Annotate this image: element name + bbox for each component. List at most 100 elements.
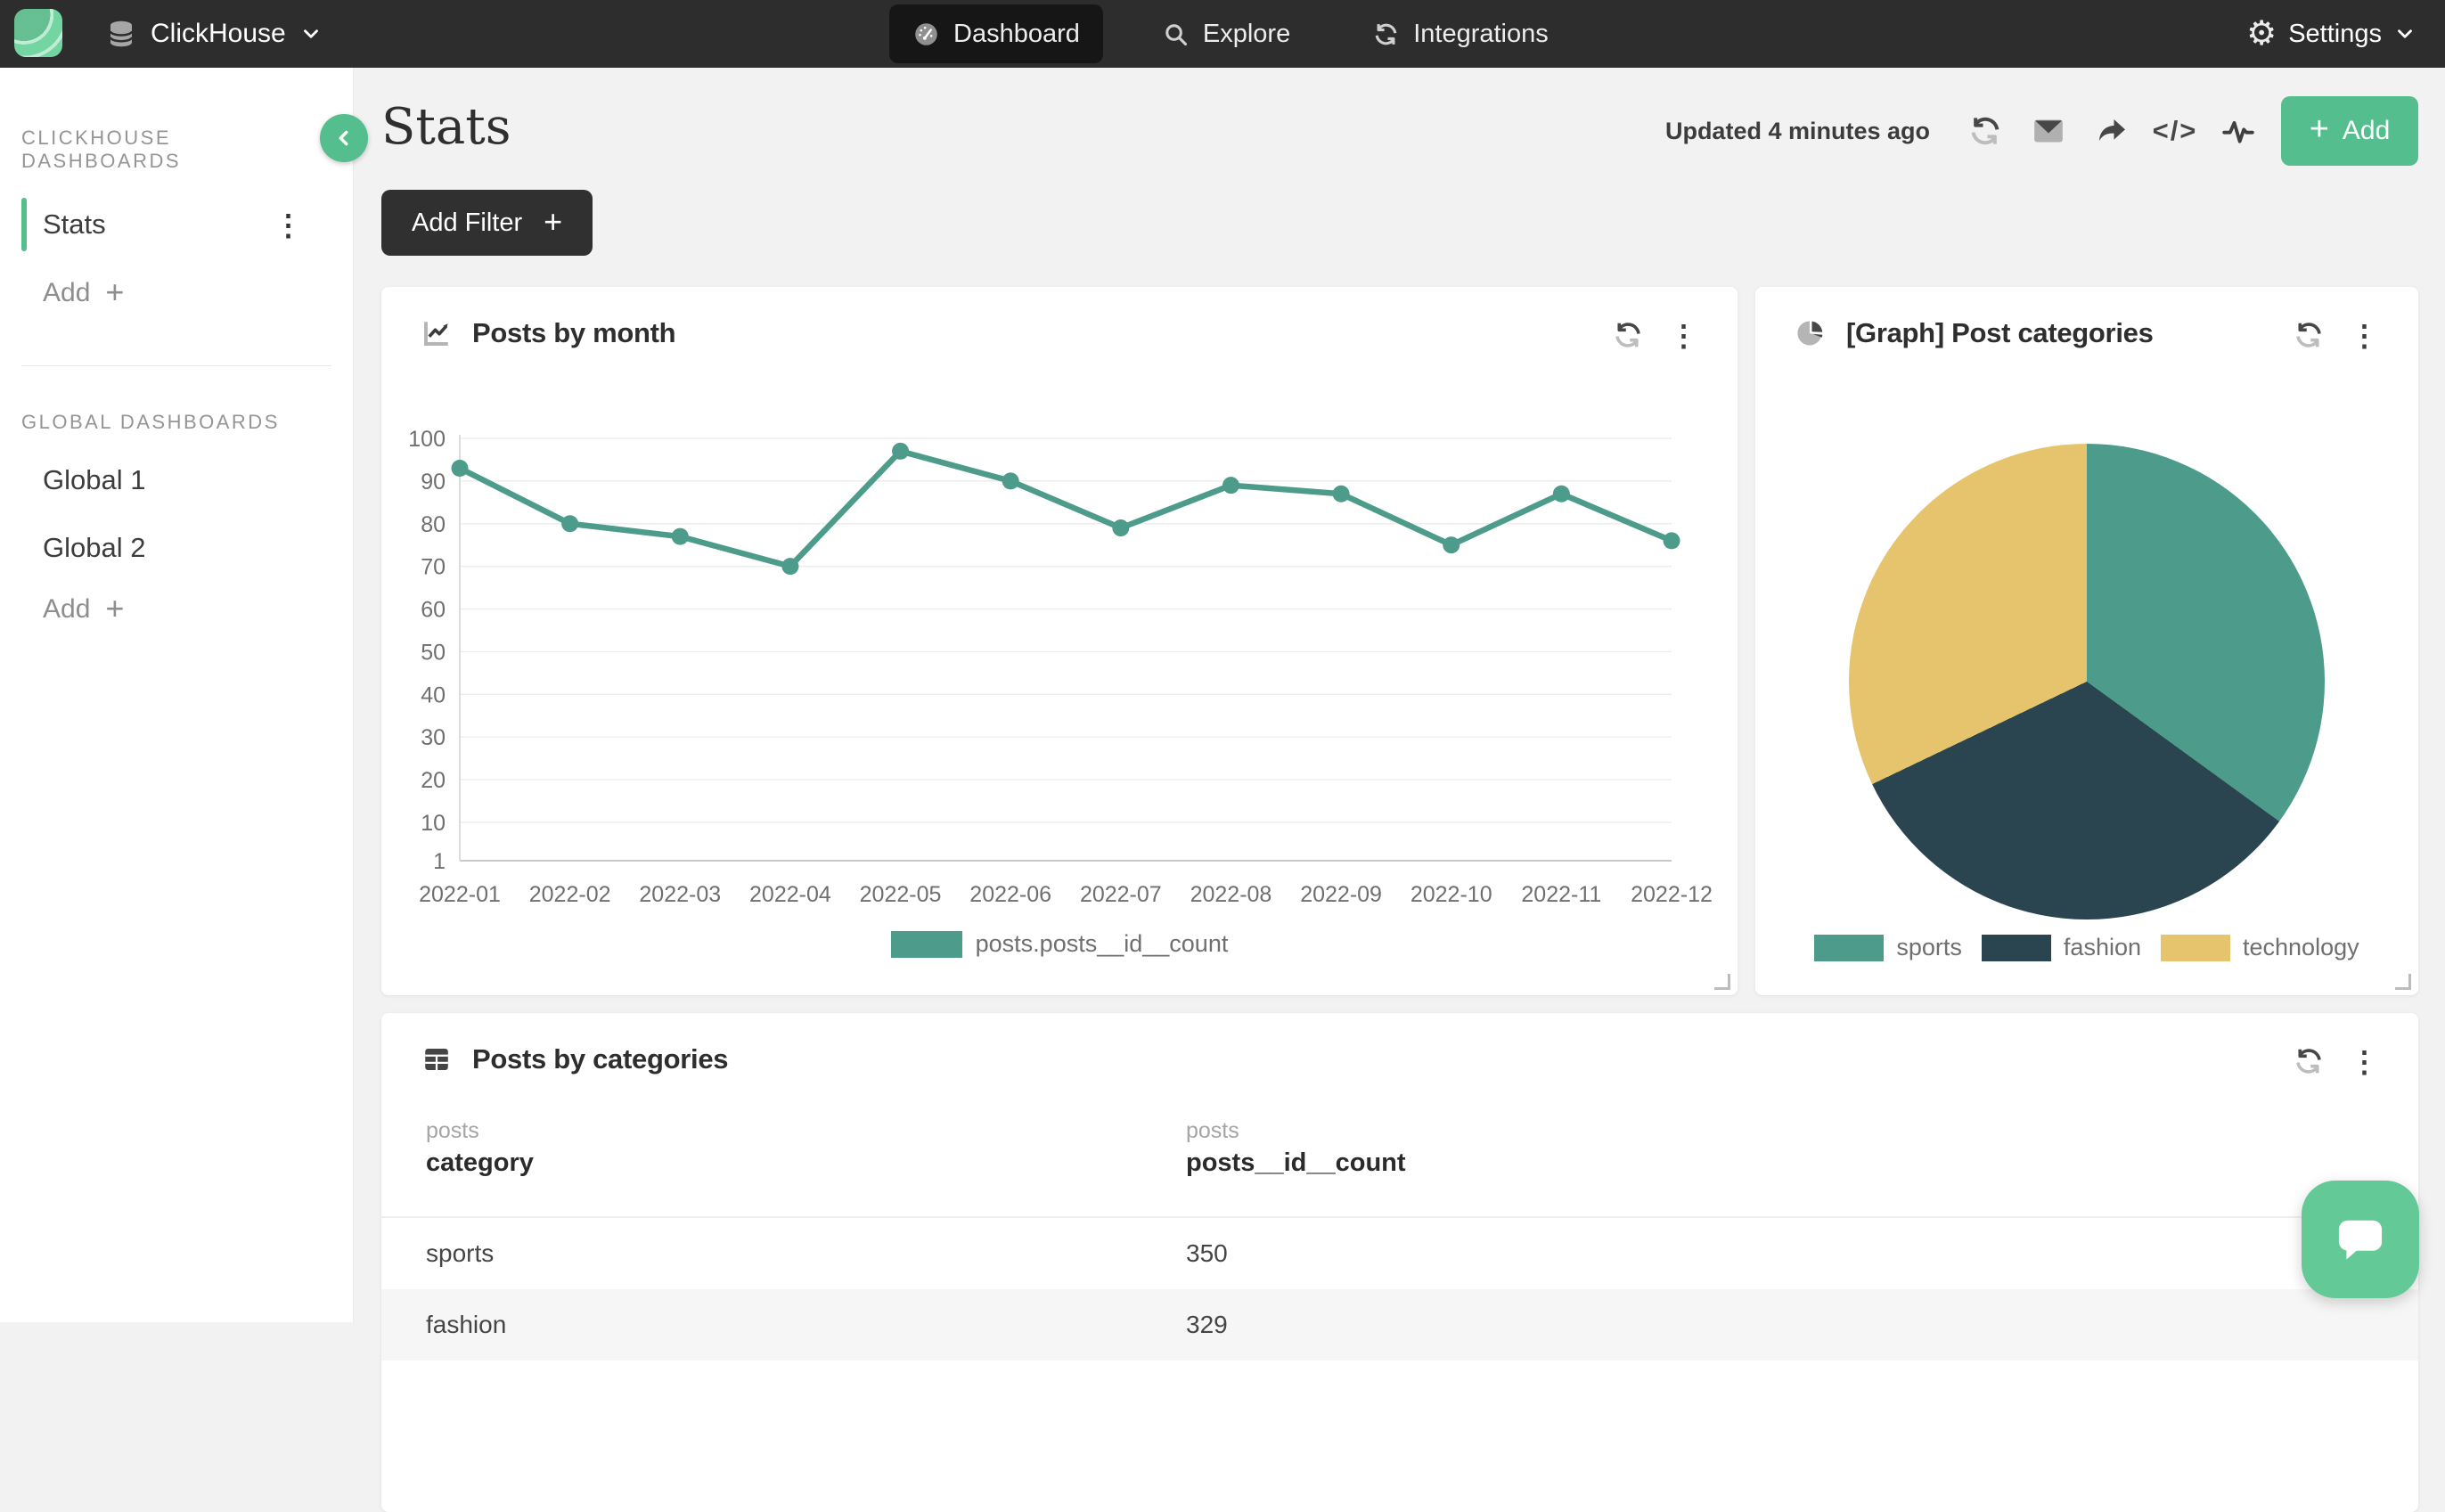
mail-icon [2031, 113, 2066, 149]
add-label: Add [43, 278, 90, 308]
svg-text:2022-04: 2022-04 [749, 882, 831, 907]
plus-icon: + [544, 206, 562, 238]
panel-header: [Graph] Post categories [1795, 317, 2154, 349]
page-title: Stats [381, 98, 511, 156]
svg-text:40: 40 [421, 682, 446, 707]
gauge-icon [912, 20, 940, 48]
resize-handle[interactable] [1714, 974, 1730, 990]
sidebar-add-dashboard[interactable]: Add + [43, 278, 353, 308]
panel-header: Posts by categories [421, 1043, 728, 1075]
chevron-left-icon [332, 127, 356, 150]
pie-chart-icon [1795, 317, 1827, 349]
plus-icon: + [105, 276, 124, 308]
panel-actions: ⋮ [2293, 1045, 2379, 1077]
panel-header: Posts by month [421, 317, 675, 349]
kebab-menu-icon[interactable]: ⋮ [1669, 321, 1698, 350]
svg-text:50: 50 [421, 640, 446, 665]
add-filter-button[interactable]: Add Filter + [381, 190, 593, 256]
tab-integrations[interactable]: Integrations [1349, 4, 1572, 63]
svg-text:100: 100 [408, 427, 446, 452]
table-cell: 329 [1186, 1311, 1228, 1339]
sidebar-item-label: Global 1 [43, 464, 145, 496]
legend-label: sports [1896, 934, 1962, 961]
table-icon [421, 1043, 453, 1075]
sidebar-section-items: Stats ⋮ [0, 196, 353, 253]
refresh-icon[interactable] [2293, 319, 2325, 351]
add-filter-label: Add Filter [412, 208, 522, 238]
header-actions: Updated 4 minutes ago </> + Add [1665, 96, 2418, 166]
sidebar-collapse-button[interactable] [320, 114, 368, 162]
add-chart-button[interactable]: + Add [2281, 96, 2418, 166]
tab-label: Explore [1203, 20, 1290, 49]
refresh-icon [1967, 113, 2003, 149]
table-cell: 350 [1186, 1239, 1228, 1268]
sidebar-section-title: CLICKHOUSE DASHBOARDS [21, 68, 331, 173]
pulse-icon [2220, 113, 2256, 149]
svg-text:2022-03: 2022-03 [639, 882, 721, 907]
embed-code-button[interactable]: </> [2155, 110, 2196, 151]
legend-swatch [2161, 935, 2230, 961]
table-cell: fashion [426, 1311, 506, 1339]
table-row[interactable]: sports 350 [381, 1218, 2418, 1289]
chevron-down-icon [2393, 22, 2416, 45]
app-logo[interactable] [14, 9, 62, 57]
sidebar-item-label: Stats [43, 208, 106, 241]
activity-button[interactable] [2218, 110, 2259, 151]
tab-label: Integrations [1413, 20, 1549, 49]
kebab-menu-icon[interactable]: ⋮ [2350, 1047, 2379, 1076]
share-button[interactable] [2091, 110, 2132, 151]
legend-label: posts.posts__id__count [976, 930, 1229, 958]
svg-text:20: 20 [421, 768, 446, 793]
table-cell: sports [426, 1239, 494, 1268]
legend-item: sports [1814, 934, 1962, 961]
svg-text:2022-11: 2022-11 [1521, 882, 1601, 907]
add-label: Add [43, 594, 90, 625]
pie-chart-legend: sports fashion technology [1755, 934, 2418, 961]
sidebar-item-global-1[interactable]: Global 1 [0, 459, 353, 502]
tab-dashboard[interactable]: Dashboard [889, 4, 1103, 63]
refresh-button[interactable] [1965, 110, 2006, 151]
sidebar-section-items: Global 1 Global 2 [0, 459, 353, 569]
sidebar-item-global-2[interactable]: Global 2 [0, 527, 353, 569]
kebab-menu-icon[interactable]: ⋮ [274, 208, 303, 242]
legend-label: technology [2243, 934, 2359, 961]
column-header[interactable]: posts__id__count [1186, 1148, 1406, 1178]
column-header[interactable]: category [426, 1148, 534, 1178]
svg-text:2022-07: 2022-07 [1080, 882, 1162, 907]
panel-actions: ⋮ [1612, 319, 1698, 351]
sidebar: CLICKHOUSE DASHBOARDS Stats ⋮ Add + GLOBA… [0, 68, 354, 1322]
refresh-icon[interactable] [2293, 1045, 2325, 1077]
sidebar-item-stats[interactable]: Stats ⋮ [0, 196, 353, 253]
panel-title: Posts by month [472, 317, 675, 349]
legend-swatch [1814, 935, 1884, 961]
panel-title: Posts by categories [472, 1043, 728, 1075]
line-chart-legend: posts.posts__id__count [381, 930, 1738, 958]
table-row[interactable]: fashion 329 [381, 1289, 2418, 1361]
sync-icon [1372, 20, 1400, 48]
posts-by-month-panel: Posts by month ⋮ 10090807060504030201012… [381, 287, 1738, 995]
plus-icon: + [2310, 112, 2329, 146]
refresh-icon[interactable] [1612, 319, 1644, 351]
chat-launcher-button[interactable] [2302, 1181, 2419, 1298]
tab-explore[interactable]: Explore [1139, 4, 1313, 63]
kebab-menu-icon[interactable]: ⋮ [2350, 321, 2379, 350]
sidebar-add-global-dashboard[interactable]: Add + [43, 594, 353, 625]
resize-handle[interactable] [2395, 974, 2411, 990]
workspace-switcher[interactable]: ClickHouse [105, 0, 323, 68]
legend-item: fashion [1982, 934, 2141, 961]
line-chart-icon [421, 317, 453, 349]
svg-text:80: 80 [421, 512, 446, 537]
updated-timestamp: Updated 4 minutes ago [1665, 118, 1930, 145]
svg-text:2022-10: 2022-10 [1411, 882, 1492, 907]
gear-icon: ⚙ [2246, 17, 2277, 51]
email-button[interactable] [2028, 110, 2069, 151]
sidebar-section-title: GLOBAL DASHBOARDS [21, 411, 331, 434]
workspace-name: ClickHouse [151, 19, 286, 49]
database-icon [105, 18, 137, 50]
settings-menu[interactable]: ⚙ Settings [2246, 0, 2416, 68]
posts-by-categories-panel: Posts by categories ⋮ postscategoryposts… [381, 1013, 2418, 1512]
line-chart: 10090807060504030201012022-012022-022022… [385, 426, 1730, 930]
tab-label: Dashboard [953, 20, 1080, 49]
svg-text:60: 60 [421, 598, 446, 623]
legend-swatch [1982, 935, 2051, 961]
